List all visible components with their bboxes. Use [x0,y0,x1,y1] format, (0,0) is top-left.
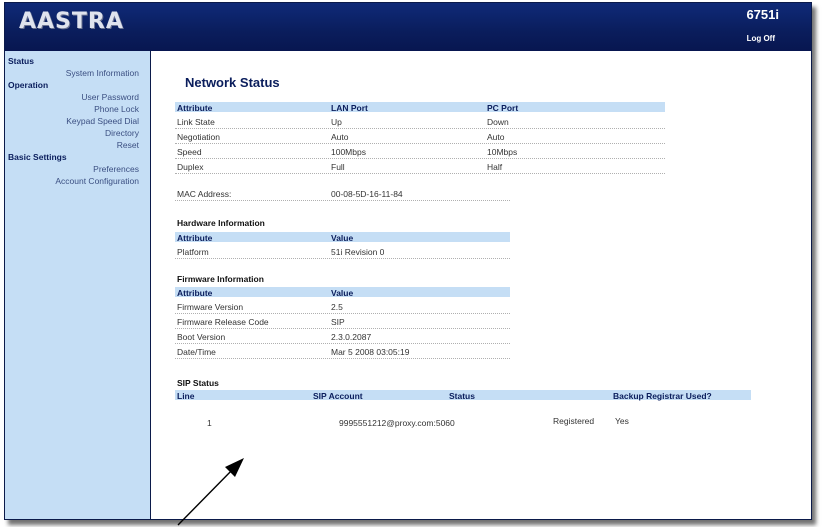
callout-arrow [177,458,244,526]
